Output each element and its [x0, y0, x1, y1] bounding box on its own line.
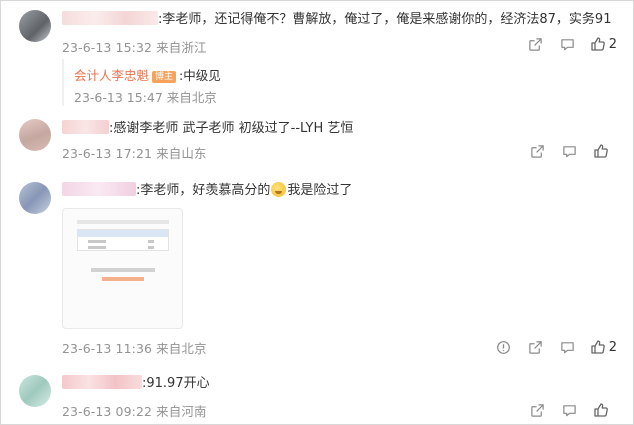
username-redacted[interactable] [62, 375, 142, 389]
comment-body: :李老师，还记得俺不？曹解放，俺过了，俺是来感谢你的，经济法87，实务91 [62, 11, 611, 29]
username-redacted[interactable] [62, 182, 136, 196]
comment-meta: 23-6-13 15:32 来自浙江 [62, 37, 207, 56]
comment-time: 23-6-13 17:21 [62, 146, 153, 161]
username-redacted[interactable] [62, 120, 109, 134]
share-icon[interactable] [520, 337, 552, 357]
comment-time: 23-6-13 15:32 [62, 40, 153, 55]
comment-icon[interactable] [552, 337, 584, 357]
avatar[interactable] [19, 119, 51, 151]
comment-item: :91.97开心 23-6-13 09:22 来自河南 [1, 365, 634, 425]
like-count: 2 [608, 339, 617, 355]
comment-actions: 2 [520, 34, 617, 54]
comment-body: :91.97开心 [62, 375, 210, 393]
avatar[interactable] [19, 182, 51, 214]
like-button[interactable] [585, 141, 617, 161]
reply-meta: 23-6-13 15:47 来自北京 [74, 87, 217, 106]
like-button[interactable]: 2 [584, 337, 617, 357]
reply-author[interactable]: 会计人李忠魁 [74, 68, 149, 83]
like-button[interactable]: 2 [584, 34, 617, 54]
comment-location: 来自北京 [156, 341, 207, 356]
share-icon[interactable] [521, 141, 553, 161]
comment-actions [521, 400, 617, 420]
info-icon[interactable] [488, 337, 520, 357]
comment-body: :感谢李老师 武子老师 初级过了--LYH 艺恒 [62, 120, 353, 138]
comment-meta: 23-6-13 11:36 来自北京 [62, 338, 207, 357]
thumbs-up-icon [594, 403, 608, 417]
like-count: 2 [608, 36, 617, 52]
reply-item: 会计人李忠魁 博主:中级见 23-6-13 15:47 来自北京 [62, 59, 622, 106]
comment-text-tail: 我是险过了 [287, 183, 353, 198]
comment-icon[interactable] [553, 141, 585, 161]
comment-body: :李老师，好羡慕高分的 我是险过了 [62, 182, 352, 200]
thumbs-up-icon [594, 144, 608, 158]
author-badge: 博主 [152, 71, 177, 83]
share-icon[interactable] [521, 400, 553, 420]
comment-location: 来自浙江 [156, 40, 207, 55]
comment-meta: 23-6-13 09:22 来自河南 [62, 401, 207, 420]
like-button[interactable] [585, 400, 617, 420]
comment-item: :李老师，还记得俺不？曹解放，俺过了，俺是来感谢你的，经济法87，实务91 23… [1, 1, 634, 111]
comment-time: 23-6-13 11:36 [62, 341, 153, 356]
avatar[interactable] [19, 375, 51, 407]
comment-meta: 23-6-13 17:21 来自山东 [62, 143, 207, 162]
reply-body: 会计人李忠魁 博主:中级见 [74, 65, 221, 84]
thumbs-up-icon [591, 37, 605, 51]
reply-time: 23-6-13 15:47 [74, 90, 163, 105]
comment-time: 23-6-13 09:22 [62, 404, 153, 419]
thumbs-up-icon [591, 340, 605, 354]
comment-icon[interactable] [552, 34, 584, 54]
comment-location: 来自河南 [156, 404, 207, 419]
username-redacted[interactable] [62, 11, 158, 25]
comment-text: :91.97开心 [142, 376, 210, 391]
attached-image[interactable] [62, 208, 183, 329]
comment-location: 来自山东 [156, 146, 207, 161]
avatar[interactable] [19, 10, 51, 42]
reply-location: 来自北京 [166, 90, 217, 105]
comment-text: :感谢李老师 武子老师 初级过了--LYH 艺恒 [109, 121, 354, 136]
comment-icon[interactable] [553, 400, 585, 420]
comment-list: :李老师，还记得俺不？曹解放，俺过了，俺是来感谢你的，经济法87，实务91 23… [0, 0, 634, 425]
comment-item: :感谢李老师 武子老师 初级过了--LYH 艺恒 23-6-13 17:21 来… [1, 111, 634, 171]
reply-text: :中级见 [179, 68, 221, 83]
comment-item: :李老师，好羡慕高分的 我是险过了 23-6-13 11:36 来自北京 2 [1, 173, 634, 363]
comment-actions: 2 [488, 337, 617, 357]
share-icon[interactable] [520, 34, 552, 54]
comment-text: :李老师，好羡慕高分的 [136, 183, 271, 198]
comment-text: :李老师，还记得俺不？曹解放，俺过了，俺是来感谢你的，经济法87，实务91 [158, 12, 612, 27]
crying-laughing-emoji-icon [271, 182, 287, 197]
comment-actions [521, 141, 617, 161]
